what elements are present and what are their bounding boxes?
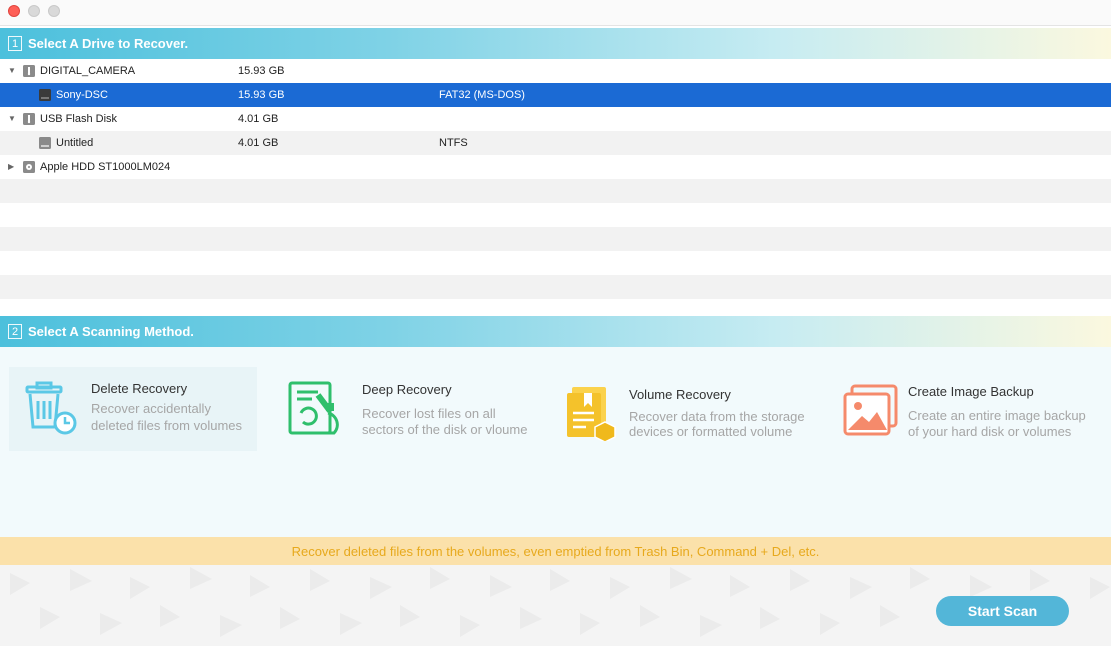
usb-drive-icon xyxy=(23,113,35,125)
method-delete-recovery[interactable]: Delete Recovery Recover accidentally del… xyxy=(9,367,257,451)
section-header-drive: 1 Select A Drive to Recover. xyxy=(0,28,1111,59)
drive-filesystem: FAT32 (MS-DOS) xyxy=(439,89,525,101)
document-box-icon xyxy=(567,387,616,441)
expand-triangle-icon[interactable]: ▼ xyxy=(8,114,16,123)
method-create-image-backup[interactable]: Create Image Backup Create an entire ima… xyxy=(834,367,1104,451)
drive-row-untitled[interactable]: Untitled 4.01 GB NTFS xyxy=(0,131,1111,155)
step-number: 1 xyxy=(8,36,22,51)
microscope-icon xyxy=(288,381,339,435)
method-description-line1: Recover accidentally xyxy=(91,401,211,416)
drive-size: 4.01 GB xyxy=(238,113,279,125)
image-icon xyxy=(843,384,898,436)
empty-row xyxy=(0,275,1111,299)
method-description-line2: sectors of the disk or vloume xyxy=(362,422,528,437)
drive-list: ▼ DIGITAL_CAMERA 15.93 GB Sony-DSC 15.93… xyxy=(0,59,1111,323)
step-number: 2 xyxy=(8,324,22,339)
minimize-window-button[interactable] xyxy=(28,5,40,17)
drive-name: USB Flash Disk xyxy=(40,113,118,125)
method-title: Deep Recovery xyxy=(362,382,452,397)
drive-size: 4.01 GB xyxy=(238,137,279,149)
method-volume-recovery[interactable]: Volume Recovery Recover data from the st… xyxy=(556,367,818,451)
drive-name: Untitled xyxy=(56,137,94,149)
drive-row-digital-camera[interactable]: ▼ DIGITAL_CAMERA 15.93 GB xyxy=(0,59,1111,83)
drive-row-apple-hdd[interactable]: ▶ Apple HDD ST1000LM024 xyxy=(0,155,1111,179)
empty-row xyxy=(0,203,1111,227)
drive-filesystem: NTFS xyxy=(439,137,468,149)
method-title: Delete Recovery xyxy=(91,381,188,396)
usb-drive-icon xyxy=(23,65,35,77)
empty-row xyxy=(0,227,1111,251)
drive-name: Sony-DSC xyxy=(56,89,108,101)
method-description-line2: deleted files from volumes xyxy=(91,418,243,433)
method-deep-recovery[interactable]: Deep Recovery Recover lost files on all … xyxy=(280,367,542,451)
footer-bar: Start Scan xyxy=(0,565,1111,646)
trash-clock-icon xyxy=(25,381,77,435)
method-title: Create Image Backup xyxy=(908,384,1034,399)
drive-size: 15.93 GB xyxy=(238,89,285,101)
expand-triangle-icon[interactable]: ▼ xyxy=(8,66,16,75)
section-title: Select A Scanning Method. xyxy=(28,324,194,339)
method-description-line2: of your hard disk or volumes xyxy=(908,424,1072,439)
drive-row-usb-flash-disk[interactable]: ▼ USB Flash Disk 4.01 GB xyxy=(0,107,1111,131)
drive-row-sony-dsc[interactable]: Sony-DSC 15.93 GB FAT32 (MS-DOS) xyxy=(0,83,1111,107)
zoom-window-button[interactable] xyxy=(48,5,60,17)
window-titlebar xyxy=(0,0,1111,26)
method-hint-bar: Recover deleted files from the volumes, … xyxy=(0,537,1111,565)
close-window-button[interactable] xyxy=(8,5,20,17)
hard-disk-icon xyxy=(23,161,35,173)
volume-drive-icon xyxy=(39,89,51,101)
drive-name: DIGITAL_CAMERA xyxy=(40,65,136,77)
drive-name: Apple HDD ST1000LM024 xyxy=(40,161,171,173)
collapse-triangle-icon[interactable]: ▶ xyxy=(8,162,14,171)
method-description-line1: Create an entire image backup xyxy=(908,408,1086,423)
start-scan-button[interactable]: Start Scan xyxy=(936,596,1069,626)
empty-row xyxy=(0,179,1111,203)
section-header-method: 2 Select A Scanning Method. xyxy=(0,316,1111,347)
drive-size: 15.93 GB xyxy=(238,65,285,77)
empty-row xyxy=(0,251,1111,275)
method-title: Volume Recovery xyxy=(629,387,731,402)
section-title: Select A Drive to Recover. xyxy=(28,36,189,51)
volume-drive-icon xyxy=(39,137,51,149)
method-hint-text: Recover deleted files from the volumes, … xyxy=(291,543,820,559)
method-description-line1: Recover lost files on all xyxy=(362,406,496,421)
method-description-line2: devices or formatted volume xyxy=(629,424,793,439)
scan-method-panel: Delete Recovery Recover accidentally del… xyxy=(0,347,1111,537)
